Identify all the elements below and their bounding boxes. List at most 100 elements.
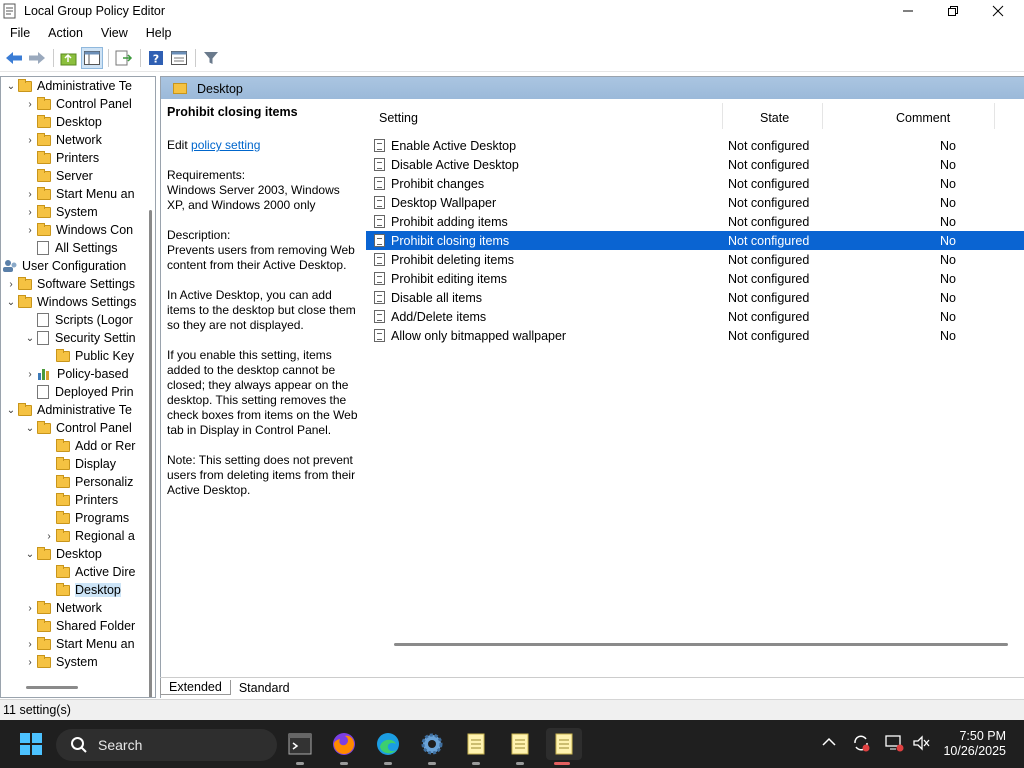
chevron-down-icon[interactable]: ⌄ — [4, 81, 18, 92]
tree-item[interactable]: User Configuration — [2, 257, 126, 275]
setting-row[interactable]: Prohibit deleting items Not configured No — [366, 250, 1024, 269]
setting-row[interactable]: Enable Active Desktop Not configured No — [366, 136, 1024, 155]
filter-button[interactable] — [200, 47, 222, 69]
menu-view[interactable]: View — [91, 26, 136, 40]
tree-item[interactable]: › Windows Con — [23, 221, 133, 239]
tree-item[interactable]: ⌄ Windows Settings — [4, 293, 136, 311]
chevron-right-icon[interactable]: › — [23, 135, 37, 146]
taskbar-app-settings[interactable] — [416, 728, 448, 765]
network-tray-icon[interactable] — [884, 733, 904, 756]
list-horizontal-scrollbar[interactable] — [394, 643, 1008, 646]
tree-item[interactable]: Scripts (Logor — [23, 311, 133, 329]
tree-item[interactable]: › System — [23, 653, 98, 671]
tree-item[interactable]: ⌄ Security Settin — [23, 329, 136, 347]
show-hidden-icons-button[interactable] — [822, 734, 836, 750]
tab-standard[interactable]: Standard — [231, 681, 298, 695]
chevron-right-icon[interactable]: › — [23, 225, 37, 236]
tree-vertical-scrollbar[interactable] — [149, 210, 152, 697]
chevron-right-icon[interactable]: › — [23, 639, 37, 650]
tree-item[interactable]: › Start Menu an — [23, 635, 135, 653]
tree-item[interactable]: Desktop — [42, 581, 121, 599]
sync-tray-icon[interactable] — [851, 733, 871, 756]
tab-extended[interactable]: Extended — [160, 680, 231, 695]
column-separator[interactable] — [822, 103, 823, 129]
show-hide-tree-button[interactable] — [81, 47, 103, 69]
menu-action[interactable]: Action — [38, 26, 91, 40]
help-button[interactable]: ? — [145, 47, 167, 69]
taskbar-app-edge[interactable] — [372, 728, 404, 765]
menu-file[interactable]: File — [0, 26, 38, 40]
setting-row[interactable]: Prohibit adding items Not configured No — [366, 212, 1024, 231]
chevron-down-icon[interactable]: ⌄ — [23, 549, 37, 560]
taskbar-app-terminal[interactable] — [284, 728, 316, 765]
tree-item[interactable]: › Policy-based — [23, 365, 128, 383]
tree-item[interactable]: ⌄ Control Panel — [23, 419, 132, 437]
tree-horizontal-scrollbar[interactable] — [26, 686, 78, 689]
column-header-comment[interactable]: Comment — [896, 107, 950, 129]
minimize-button[interactable] — [886, 0, 930, 22]
setting-row[interactable]: Desktop Wallpaper Not configured No — [366, 193, 1024, 212]
properties-button[interactable] — [168, 47, 190, 69]
chevron-right-icon[interactable]: › — [42, 531, 56, 542]
taskbar-app-notepad-1[interactable] — [460, 728, 492, 765]
setting-row[interactable]: Prohibit closing items Not configured No — [366, 231, 1024, 250]
tree-item[interactable]: Shared Folder — [23, 617, 135, 635]
tree-item[interactable]: Printers — [23, 149, 99, 167]
chevron-right-icon[interactable]: › — [23, 369, 37, 380]
tree-item[interactable]: Active Dire — [42, 563, 135, 581]
setting-row[interactable]: Add/Delete items Not configured No — [366, 307, 1024, 326]
chevron-down-icon[interactable]: ⌄ — [23, 423, 37, 434]
export-list-button[interactable] — [113, 47, 135, 69]
tree-item[interactable]: Printers — [42, 491, 118, 509]
column-separator[interactable] — [994, 103, 995, 129]
tree-item[interactable]: ⌄ Administrative Te — [4, 77, 132, 95]
tree-item[interactable]: › Network — [23, 131, 102, 149]
tree-item[interactable]: Programs — [42, 509, 129, 527]
tree-item[interactable]: › Control Panel — [23, 95, 132, 113]
restore-button[interactable] — [931, 0, 975, 22]
policy-setting-link[interactable]: policy setting — [191, 138, 260, 152]
chevron-right-icon[interactable]: › — [23, 603, 37, 614]
setting-row[interactable]: Disable Active Desktop Not configured No — [366, 155, 1024, 174]
forward-button[interactable] — [26, 47, 48, 69]
chevron-right-icon[interactable]: › — [23, 99, 37, 110]
setting-row[interactable]: Allow only bitmapped wallpaper Not config… — [366, 326, 1024, 345]
menu-help[interactable]: Help — [136, 26, 180, 40]
chevron-right-icon[interactable]: › — [23, 189, 37, 200]
start-button[interactable] — [20, 733, 42, 755]
tree-item[interactable]: Personaliz — [42, 473, 133, 491]
setting-row[interactable]: Prohibit changes Not configured No — [366, 174, 1024, 193]
column-header-state[interactable]: State — [760, 107, 789, 129]
chevron-right-icon[interactable]: › — [4, 279, 18, 290]
taskbar-clock[interactable]: 7:50 PM 10/26/2025 — [943, 729, 1006, 759]
close-button[interactable] — [976, 0, 1020, 22]
tree-item[interactable]: Display — [42, 455, 116, 473]
tree-item[interactable]: › Start Menu an — [23, 185, 135, 203]
tree-item[interactable]: Public Key — [42, 347, 134, 365]
chevron-right-icon[interactable]: › — [23, 207, 37, 218]
tree-item[interactable]: All Settings — [23, 239, 118, 257]
tree-item[interactable]: ⌄ Administrative Te — [4, 401, 132, 419]
chevron-right-icon[interactable]: › — [23, 657, 37, 668]
tree-item[interactable]: › Regional a — [42, 527, 135, 545]
taskbar-app-firefox[interactable] — [328, 728, 360, 765]
chevron-down-icon[interactable]: ⌄ — [23, 333, 37, 344]
tree-item[interactable]: Server — [23, 167, 93, 185]
column-separator[interactable] — [722, 103, 723, 129]
tree-item[interactable]: Add or Rer — [42, 437, 135, 455]
setting-row[interactable]: Disable all items Not configured No — [366, 288, 1024, 307]
back-button[interactable] — [3, 47, 25, 69]
chevron-down-icon[interactable]: ⌄ — [4, 405, 18, 416]
taskbar-search[interactable]: Search — [56, 729, 277, 761]
tree-item[interactable]: Desktop — [23, 113, 102, 131]
tree-item[interactable]: › System — [23, 203, 98, 221]
setting-row[interactable]: Prohibit editing items Not configured No — [366, 269, 1024, 288]
tree-item[interactable]: ⌄ Desktop — [23, 545, 102, 563]
volume-tray-icon[interactable] — [912, 733, 932, 756]
tree-item[interactable]: Deployed Prin — [23, 383, 134, 401]
tree-item[interactable]: › Network — [23, 599, 102, 617]
chevron-down-icon[interactable]: ⌄ — [4, 297, 18, 308]
tree-item[interactable]: › Software Settings — [4, 275, 135, 293]
up-one-level-button[interactable] — [58, 47, 80, 69]
taskbar-app-notepad-2[interactable] — [504, 728, 536, 765]
